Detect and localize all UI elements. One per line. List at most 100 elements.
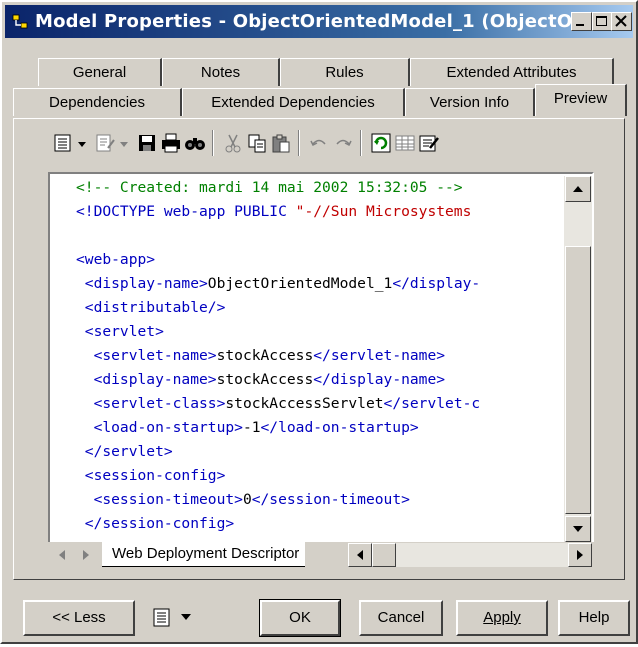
tab-extended-dependencies[interactable]: Extended Dependencies <box>182 88 405 116</box>
code-token: ObjectOrientedModel_1 <box>207 275 393 292</box>
paste-icon[interactable] <box>270 132 292 154</box>
scroll-up-icon <box>573 186 583 192</box>
code-token: </session-timeout> <box>251 491 410 508</box>
code-token: <display-name> <box>76 275 208 292</box>
minimize-icon <box>576 24 584 26</box>
tab-extended-attributes[interactable]: Extended Attributes <box>410 58 614 86</box>
model-properties-window: Model Properties - ObjectOrientedModel_1… <box>0 0 638 644</box>
code-line: <servlet-name>stockAccess</servlet-name> <box>76 344 445 368</box>
code-line: <display-name>stockAccess</display-name> <box>76 368 445 392</box>
code-token: stockAccessServlet <box>225 395 384 412</box>
code-token: <servlet-class> <box>76 395 226 412</box>
code-line: <distributable/> <box>76 296 226 320</box>
horizontal-scrollbar[interactable] <box>348 543 592 567</box>
code-token: <!-- Created: mardi 14 mai 2002 15:32:05… <box>76 179 463 196</box>
first-sheet-icon[interactable] <box>50 545 74 565</box>
code-line: <session-config> <box>76 464 226 488</box>
dropdown-arrow-icon[interactable] <box>76 132 88 154</box>
code-token: </display-name> <box>313 371 446 388</box>
tab-version-info[interactable]: Version Info <box>405 88 535 116</box>
sheet-tab-web-deployment-descriptor[interactable]: Web Deployment Descriptor <box>102 542 306 567</box>
scroll-right-button[interactable] <box>568 543 592 567</box>
code-token: "-//Sun Microsystems <box>295 203 472 220</box>
close-button[interactable] <box>611 12 632 31</box>
code-token: <servlet-name> <box>76 347 217 364</box>
scroll-down-icon <box>573 526 583 532</box>
scroll-right-icon <box>577 550 583 560</box>
tab-dependencies[interactable]: Dependencies <box>13 88 182 116</box>
window-title: Model Properties - ObjectOrientedModel_1… <box>35 11 609 32</box>
ok-button[interactable]: OK <box>259 599 341 637</box>
scroll-up-button[interactable] <box>565 176 591 202</box>
cancel-button[interactable]: Cancel <box>359 600 443 636</box>
close-icon <box>615 15 627 27</box>
title-bar[interactable]: Model Properties - ObjectOrientedModel_1… <box>5 5 633 38</box>
code-token: <web-app> <box>76 251 156 268</box>
properties-icon[interactable] <box>52 132 74 154</box>
code-line: <load-on-startup>-1</load-on-startup> <box>76 416 419 440</box>
code-line: <!-- Created: mardi 14 mai 2002 15:32:05… <box>76 176 463 200</box>
menu-dropdown-button[interactable] <box>148 600 212 636</box>
tab-notes[interactable]: Notes <box>162 58 280 86</box>
vertical-scroll-thumb[interactable] <box>565 246 591 514</box>
code-line: <session-timeout>0</session-timeout> <box>76 488 410 512</box>
code-token: </display- <box>392 275 481 292</box>
scroll-down-button[interactable] <box>565 516 591 542</box>
code-token: stockAccess <box>216 371 314 388</box>
code-token: <display-name> <box>76 371 217 388</box>
less-button[interactable]: << Less <box>23 600 135 636</box>
cut-icon[interactable] <box>222 132 244 154</box>
refresh-icon[interactable] <box>370 132 392 154</box>
scroll-left-button[interactable] <box>348 543 372 567</box>
code-token: </servlet> <box>76 443 173 460</box>
undo-icon[interactable] <box>308 132 330 154</box>
code-line: </servlet> <box>76 440 173 464</box>
toolbar-separator <box>298 130 300 156</box>
list-menu-icon <box>153 608 191 627</box>
copy-icon[interactable] <box>246 132 268 154</box>
tab-rules[interactable]: Rules <box>280 58 410 86</box>
maximize-icon <box>596 16 607 26</box>
apply-label: Apply <box>483 609 521 626</box>
code-token: <!DOCTYPE web-app PUBLIC <box>76 203 296 220</box>
edit-generation-icon[interactable] <box>418 132 440 154</box>
tab-general[interactable]: General <box>38 58 162 86</box>
code-token: </servlet-c <box>383 395 481 412</box>
redo-icon[interactable] <box>332 132 354 154</box>
find-icon[interactable] <box>184 132 206 154</box>
code-token: -1 <box>242 419 261 436</box>
tab-preview[interactable]: Preview <box>535 84 627 116</box>
code-line: <servlet> <box>76 320 164 344</box>
code-line: <!DOCTYPE web-app PUBLIC "-//Sun Microsy… <box>76 200 471 224</box>
horizontal-scroll-thumb[interactable] <box>372 543 396 567</box>
toolbar-separator <box>360 130 362 156</box>
code-token: <session-timeout> <box>76 491 243 508</box>
save-icon[interactable] <box>136 132 158 154</box>
code-token: <distributable/> <box>76 299 226 316</box>
code-token: <servlet> <box>76 323 164 340</box>
next-sheet-icon[interactable] <box>74 545 98 565</box>
apply-button[interactable]: Apply <box>456 600 548 636</box>
code-line: <web-app> <box>76 248 155 272</box>
print-icon[interactable] <box>160 132 182 154</box>
code-token: <session-config> <box>76 467 226 484</box>
table-icon[interactable] <box>394 132 416 154</box>
minimize-button[interactable] <box>571 12 592 31</box>
code-area[interactable]: <!-- Created: mardi 14 mai 2002 15:32:05… <box>76 176 562 542</box>
code-token: 0 <box>242 491 252 508</box>
scroll-left-icon <box>357 550 363 560</box>
code-token: </load-on-startup> <box>260 419 419 436</box>
code-token: </servlet-name> <box>313 347 446 364</box>
edit-icon[interactable] <box>94 132 116 154</box>
help-button[interactable]: Help <box>558 600 630 636</box>
code-token: </session-config> <box>76 515 235 532</box>
model-app-icon <box>12 14 28 29</box>
dropdown-arrow-icon[interactable] <box>118 132 130 154</box>
code-line: <display-name>ObjectOrientedModel_1</dis… <box>76 272 480 296</box>
maximize-button[interactable] <box>592 12 613 31</box>
code-token: <load-on-startup> <box>76 419 243 436</box>
toolbar-separator <box>212 130 214 156</box>
code-line: </session-config> <box>76 512 234 536</box>
code-line: <servlet-class>stockAccessServlet</servl… <box>76 392 481 416</box>
code-token: stockAccess <box>216 347 314 364</box>
